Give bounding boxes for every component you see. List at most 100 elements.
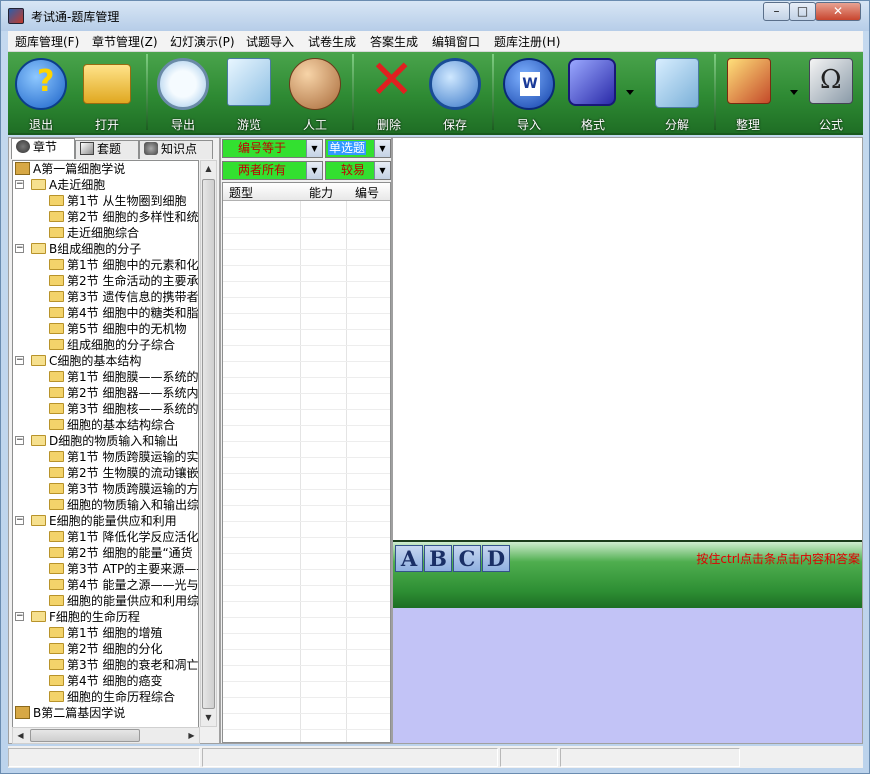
tree-item-section[interactable]: 细胞的基本结构综合 (13, 417, 198, 433)
tree-item-section[interactable]: 第1节 细胞中的元素和化 (13, 257, 198, 273)
menu-paper[interactable]: 试卷生成 (308, 33, 356, 50)
tree-item-section[interactable]: 第2节 细胞的多样性和统 (13, 209, 198, 225)
tree-expander-icon[interactable]: − (15, 180, 24, 189)
tree-item-section[interactable]: 第1节 从生物圈到细胞 (13, 193, 198, 209)
tree-item-section[interactable]: 第2节 生物膜的流动镶嵌 (13, 465, 198, 481)
menu-edit-window[interactable]: 编辑窗口 (432, 33, 480, 50)
organize-dropdown-arrow[interactable] (790, 90, 798, 95)
tree-item-section[interactable]: 走近细胞综合 (13, 225, 198, 241)
scroll-down-arrow[interactable]: ▼ (201, 710, 216, 726)
organize-button[interactable]: 整理 (716, 52, 798, 134)
question-content-area[interactable] (393, 138, 862, 540)
formula-button[interactable]: Ω 公式 (802, 52, 860, 134)
chevron-down-icon[interactable]: ▼ (374, 162, 390, 179)
tree-item-chapter[interactable]: A第一篇细胞学说 (13, 161, 198, 177)
hscroll-thumb[interactable] (30, 729, 140, 742)
import-button[interactable]: W 导入 (496, 52, 562, 134)
scope-select[interactable]: 两者所有 ▼ (222, 161, 323, 180)
chevron-down-icon[interactable]: ▼ (306, 162, 322, 179)
menu-chapter[interactable]: 章节管理(Z) (92, 33, 158, 50)
tree-item-chapter[interactable]: − A走近细胞 (13, 177, 198, 193)
tab-paper-sets[interactable]: 套题 (75, 140, 139, 159)
tree-vertical-scrollbar[interactable]: ▲ ▼ (200, 160, 217, 727)
tree-expander-icon[interactable]: − (15, 516, 24, 525)
tree-item-section[interactable]: 第4节 细胞中的糖类和脂 (13, 305, 198, 321)
chapter-tree[interactable]: A第一篇细胞学说 − A走近细胞 第1节 从生物圈到细胞 第2节 细胞的多样性和统 走近细… (12, 160, 199, 744)
save-button[interactable]: 保存 (422, 52, 488, 134)
export-button[interactable]: 导出 (150, 52, 216, 134)
format-dropdown-arrow[interactable] (626, 90, 634, 95)
tree-expander-icon[interactable]: − (15, 356, 24, 365)
column-header-ability[interactable]: 能力 (309, 184, 333, 201)
title-bar[interactable]: 考试通-题库管理 – □ ✕ (1, 1, 869, 31)
tree-item-section[interactable]: 第1节 降低化学反应活化 (13, 529, 198, 545)
tree-item-section[interactable]: 第1节 细胞膜——系统的 (13, 369, 198, 385)
tree-item-section[interactable]: 第1节 细胞的增殖 (13, 625, 198, 641)
column-header-type[interactable]: 题型 (229, 184, 253, 201)
tree-item-chapter[interactable]: − B组成细胞的分子 (13, 241, 198, 257)
menu-import[interactable]: 试题导入 (246, 33, 294, 50)
close-button[interactable]: ✕ (815, 2, 861, 21)
scroll-thumb[interactable] (202, 179, 215, 709)
tree-expander-icon[interactable]: − (15, 612, 24, 621)
menu-slideshow[interactable]: 幻灯演示(P) (170, 33, 235, 50)
tree-item-section[interactable]: 第4节 能量之源——光与 (13, 577, 198, 593)
tree-item-chapter[interactable]: − C细胞的基本结构 (13, 353, 198, 369)
scroll-left-arrow[interactable]: ◀ (13, 728, 28, 744)
exit-button[interactable]: ? 退出 (8, 52, 74, 134)
delete-button[interactable]: ✕ 删除 (356, 50, 422, 134)
tree-item-section[interactable]: 第4节 细胞的癌变 (13, 673, 198, 689)
filter-field-select[interactable]: 编号等于 ▼ (222, 139, 323, 158)
answer-content-area[interactable] (393, 608, 862, 743)
difficulty-select[interactable]: 较易 ▼ (325, 161, 391, 180)
tree-item-section[interactable]: 第5节 细胞中的无机物 (13, 321, 198, 337)
answer-c-button[interactable]: C (453, 545, 481, 572)
tree-item-section[interactable]: 第3节 ATP的主要来源—— (13, 561, 198, 577)
tree-expander-icon[interactable]: − (15, 244, 24, 253)
tree-item-section[interactable]: 第2节 细胞的分化 (13, 641, 198, 657)
answer-a-button[interactable]: A (395, 545, 423, 572)
split-button[interactable]: 分解 (644, 52, 710, 134)
scroll-up-arrow[interactable]: ▲ (201, 161, 216, 177)
tree-item-section[interactable]: 第1节 物质跨膜运输的实 (13, 449, 198, 465)
browse-button[interactable]: 游览 (216, 52, 282, 134)
maximize-button[interactable]: □ (789, 2, 816, 21)
scroll-right-arrow[interactable]: ▶ (184, 728, 199, 744)
tree-item-section[interactable]: 细胞的物质输入和输出综 (13, 497, 198, 513)
column-header-number[interactable]: 编号 (355, 184, 379, 201)
tree-item-label: 第2节 细胞的分化 (67, 642, 163, 656)
open-button[interactable]: 打开 (74, 52, 140, 134)
tree-item-section[interactable]: 第3节 细胞核——系统的 (13, 401, 198, 417)
tree-item-chapter[interactable]: B第二篇基因学说 (13, 705, 198, 721)
tree-item-section[interactable]: 组成细胞的分子综合 (13, 337, 198, 353)
tree-item-section[interactable]: 第2节 细胞器——系统内 (13, 385, 198, 401)
tab-knowledge-points[interactable]: 知识点 (139, 140, 213, 159)
tree-item-label: B组成细胞的分子 (49, 242, 142, 256)
answer-b-button[interactable]: B (424, 545, 452, 572)
format-button[interactable]: 格式 (562, 52, 634, 134)
tree-item-chapter[interactable]: − E细胞的能量供应和利用 (13, 513, 198, 529)
chevron-down-icon[interactable]: ▼ (306, 140, 322, 157)
tree-expander-icon[interactable]: − (15, 436, 24, 445)
question-grid[interactable]: 题型 能力 编号 (222, 182, 391, 743)
tree-item-section[interactable]: 细胞的生命历程综合 (13, 689, 198, 705)
tree-horizontal-scrollbar[interactable]: ◀ ▶ (12, 727, 200, 744)
tab-chapters[interactable]: 章节 (11, 138, 75, 159)
question-type-select[interactable]: 单选题 ▼ (325, 139, 391, 158)
tree-item-section[interactable]: 第3节 细胞的衰老和凋亡 (13, 657, 198, 673)
menu-question-bank[interactable]: 题库管理(F) (15, 33, 79, 50)
tree-item-section[interactable]: 第2节 生命活动的主要承 (13, 273, 198, 289)
minimize-button[interactable]: – (763, 2, 790, 21)
tree-item-section[interactable]: 第2节 细胞的能量“通货 (13, 545, 198, 561)
menu-register[interactable]: 题库注册(H) (494, 33, 560, 50)
manual-button[interactable]: 人工 (282, 52, 348, 134)
tree-item-chapter[interactable]: − F细胞的生命历程 (13, 609, 198, 625)
answer-d-button[interactable]: D (482, 545, 510, 572)
grid-row-line (223, 633, 390, 634)
tree-item-section[interactable]: 第3节 物质跨膜运输的方 (13, 481, 198, 497)
tree-item-chapter[interactable]: − D细胞的物质输入和输出 (13, 433, 198, 449)
tree-item-section[interactable]: 第3节 遗传信息的携带者 (13, 289, 198, 305)
tree-item-label: 第5节 细胞中的无机物 (67, 322, 187, 336)
tree-item-section[interactable]: 细胞的能量供应和利用综 (13, 593, 198, 609)
chevron-down-icon[interactable]: ▼ (374, 140, 390, 157)
